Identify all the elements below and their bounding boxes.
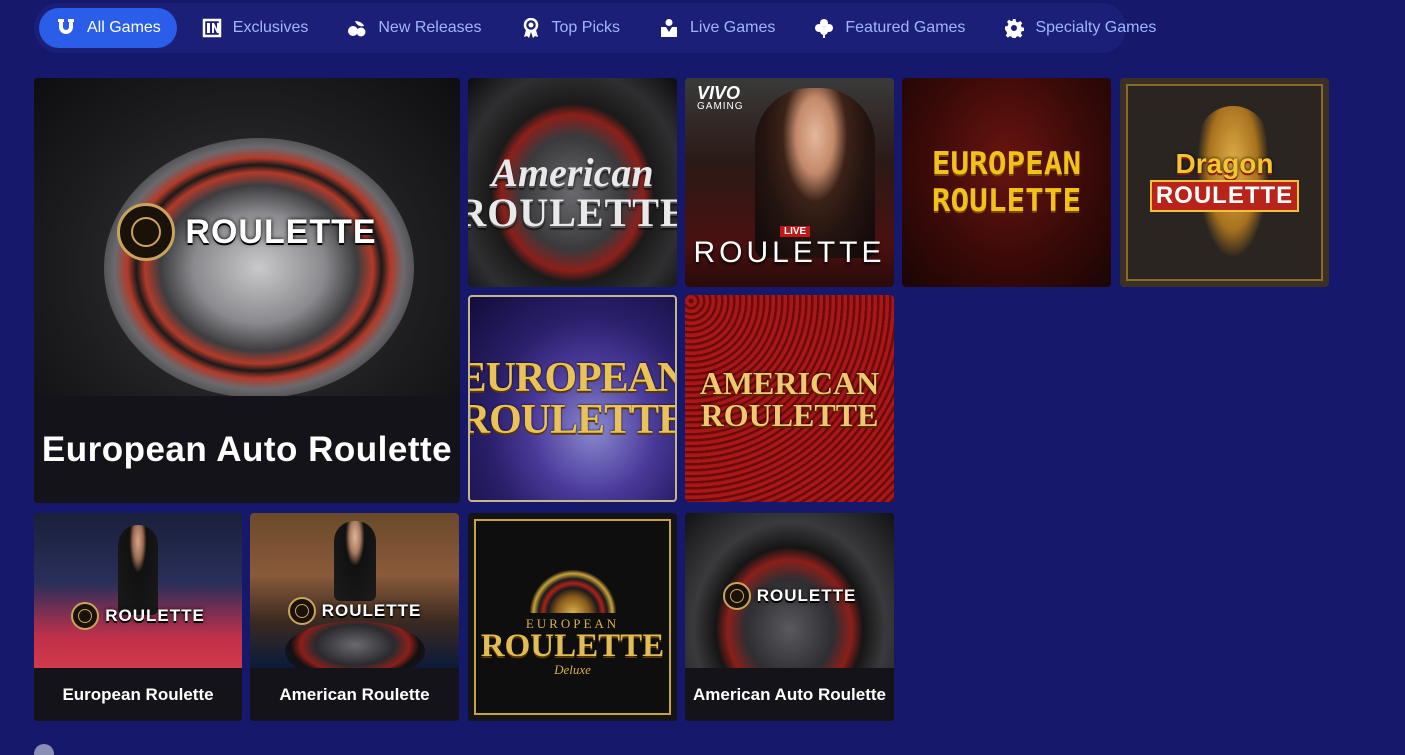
game-tile-american-auto-roulette[interactable]: ROULETTE American Auto Roulette (685, 513, 894, 721)
game-thumbnail: ROULETTE (250, 513, 459, 681)
roulette-coin-icon (287, 596, 316, 625)
game-thumbnail: VIVO GAMING LIVE ROULETTE (685, 78, 894, 287)
tab-label: All Games (87, 19, 161, 36)
game-thumbnail: EUROPEAN ROULETTE (902, 78, 1111, 287)
tile-title-line1: American (491, 149, 654, 195)
game-title: European Roulette (34, 668, 242, 721)
tab-label: Specialty Games (1035, 19, 1157, 36)
award-ribbon-icon (520, 17, 542, 39)
category-tab-bar: All Games Exclusives New Releases Top Pi… (34, 3, 1156, 53)
roulette-logo-text: ROULETTE (756, 585, 857, 605)
clover-icon (813, 17, 835, 39)
tab-all-games[interactable]: All Games (39, 8, 177, 48)
game-thumbnail: ROULETTE (34, 513, 242, 668)
game-thumbnail: ROULETTE (34, 78, 460, 398)
tile-title-line2: ROULETTE (468, 396, 677, 443)
tab-label: Top Picks (551, 19, 620, 36)
roulette-logo: ROULETTE (71, 601, 205, 630)
roulette-logo: ROULETTE (287, 596, 422, 625)
tab-label: New Releases (378, 19, 482, 36)
dealer-icon (658, 17, 680, 39)
game-tile-american-roulette[interactable]: ROULETTE American Roulette (250, 513, 459, 721)
game-thumbnail: American ROULETTE (468, 78, 677, 287)
tile-title: ROULETTE (693, 236, 886, 269)
tile-title-line3: Deluxe (554, 661, 591, 677)
roulette-logo-text: ROULETTE (321, 600, 422, 620)
dealer-photo (755, 88, 875, 258)
tile-title-line2: ROULETTE (1149, 179, 1300, 212)
dealer-photo (334, 521, 376, 601)
tab-featured-games[interactable]: Featured Games (797, 8, 979, 48)
tab-live-games[interactable]: Live Games (642, 8, 789, 48)
tab-label: Live Games (690, 19, 776, 36)
game-thumbnail: AMERICAN ROULETTE (685, 295, 894, 502)
game-tile-dragon-roulette[interactable]: Dragon ROULETTE (1120, 78, 1329, 287)
game-tile-american-roulette-chrome[interactable]: American ROULETTE (468, 78, 677, 287)
tile-title-line1: EUROPEAN (931, 145, 1082, 182)
game-tile-european-roulette-purple[interactable]: EUROPEAN ROULETTE (468, 295, 677, 502)
game-title: European Auto Roulette (34, 396, 460, 503)
tile-title-line1: AMERICAN (699, 364, 880, 401)
tab-label: Featured Games (845, 19, 966, 36)
game-thumbnail: ROULETTE (685, 513, 894, 668)
game-tile-european-roulette-red[interactable]: EUROPEAN ROULETTE (902, 78, 1111, 287)
game-tile-vivo-live-roulette[interactable]: VIVO GAMING LIVE ROULETTE (685, 78, 894, 287)
tile-title-line2: ROULETTE (700, 396, 879, 433)
roulette-logo-text: ROULETTE (185, 212, 377, 251)
horseshoe-icon (55, 17, 77, 39)
roulette-coin-icon (71, 601, 100, 630)
roulette-wheel-image (104, 138, 414, 398)
tile-title-line1: Dragon (1175, 147, 1274, 179)
next-section-peek (34, 744, 54, 755)
tab-label: Exclusives (232, 19, 309, 36)
section-icon (34, 744, 54, 755)
tile-title-line2: ROULETTE (931, 182, 1082, 219)
game-tile-european-auto-roulette[interactable]: ROULETTE European Auto Roulette (34, 78, 460, 503)
tab-specialty-games[interactable]: Specialty Games (987, 8, 1170, 48)
exclusive-badge-icon (201, 17, 223, 39)
game-tile-european-roulette-deluxe[interactable]: EUROPEAN ROULETTE Deluxe (468, 513, 677, 721)
tile-title-line2: ROULETTE (468, 189, 677, 235)
tab-exclusives[interactable]: Exclusives (185, 8, 323, 48)
roulette-coin-icon (117, 203, 176, 261)
roulette-wheel-image (527, 564, 618, 613)
cherries-icon (346, 17, 368, 39)
game-tile-american-roulette-red[interactable]: AMERICAN ROULETTE (685, 295, 894, 502)
game-tile-european-roulette[interactable]: ROULETTE European Roulette (34, 513, 242, 721)
tab-top-picks[interactable]: Top Picks (504, 8, 634, 48)
game-thumbnail: EUROPEAN ROULETTE (470, 297, 675, 500)
roulette-logo: ROULETTE (722, 581, 857, 610)
roulette-logo: ROULETTE (117, 203, 376, 261)
roulette-logo-text: ROULETTE (105, 605, 205, 625)
tile-title-line2: ROULETTE (480, 627, 665, 664)
vivo-gaming-logo: VIVO GAMING (697, 83, 744, 112)
game-thumbnail: Dragon ROULETTE (1126, 84, 1323, 281)
game-title: American Auto Roulette (685, 668, 894, 721)
game-title: American Roulette (250, 668, 459, 721)
roulette-coin-icon (722, 581, 751, 610)
gear-icon (1003, 17, 1025, 39)
tab-new-releases[interactable]: New Releases (330, 8, 495, 48)
game-thumbnail: EUROPEAN ROULETTE Deluxe (474, 519, 671, 715)
tile-title-line1: EUROPEAN (468, 354, 677, 401)
